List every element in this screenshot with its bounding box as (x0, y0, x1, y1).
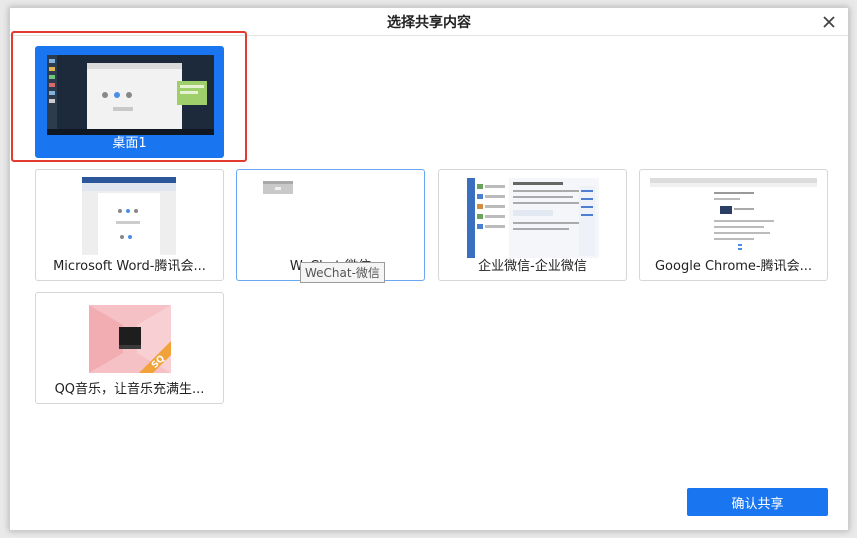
share-source-label: 桌面1 (112, 136, 147, 151)
share-source-qq-music[interactable]: SQ QQ音乐，让音乐充满生... (35, 292, 224, 404)
word-window-thumbnail (82, 177, 176, 255)
wecom-window-thumbnail (467, 178, 599, 258)
share-source-wecom[interactable]: 企业微信-企业微信 (438, 169, 627, 281)
desktop-thumbnail (47, 55, 214, 135)
qq-music-thumbnail: SQ (89, 305, 171, 373)
share-source-google-chrome[interactable]: Google Chrome-腾讯会... (639, 169, 828, 281)
share-source-microsoft-word[interactable]: Microsoft Word-腾讯会... (35, 169, 224, 281)
wechat-tooltip: WeChat-微信 (300, 262, 385, 283)
share-content-dialog: 选择共享内容 桌面1 Microsoft Word-腾讯会... 企业微信-企业… (9, 7, 849, 531)
share-source-desktop-1[interactable]: 桌面1 (35, 46, 224, 158)
chrome-window-thumbnail (650, 178, 817, 258)
share-source-label: 企业微信-企业微信 (478, 259, 587, 274)
close-icon[interactable] (820, 13, 838, 31)
dialog-title: 选择共享内容 (387, 14, 471, 31)
wechat-window-thumbnail (263, 180, 293, 194)
dialog-titlebar: 选择共享内容 (10, 8, 848, 36)
share-source-label: QQ音乐，让音乐充满生... (54, 382, 205, 397)
share-source-label: Microsoft Word-腾讯会... (53, 259, 206, 274)
confirm-share-button[interactable]: 确认共享 (687, 488, 828, 516)
share-source-label: Google Chrome-腾讯会... (654, 259, 813, 274)
